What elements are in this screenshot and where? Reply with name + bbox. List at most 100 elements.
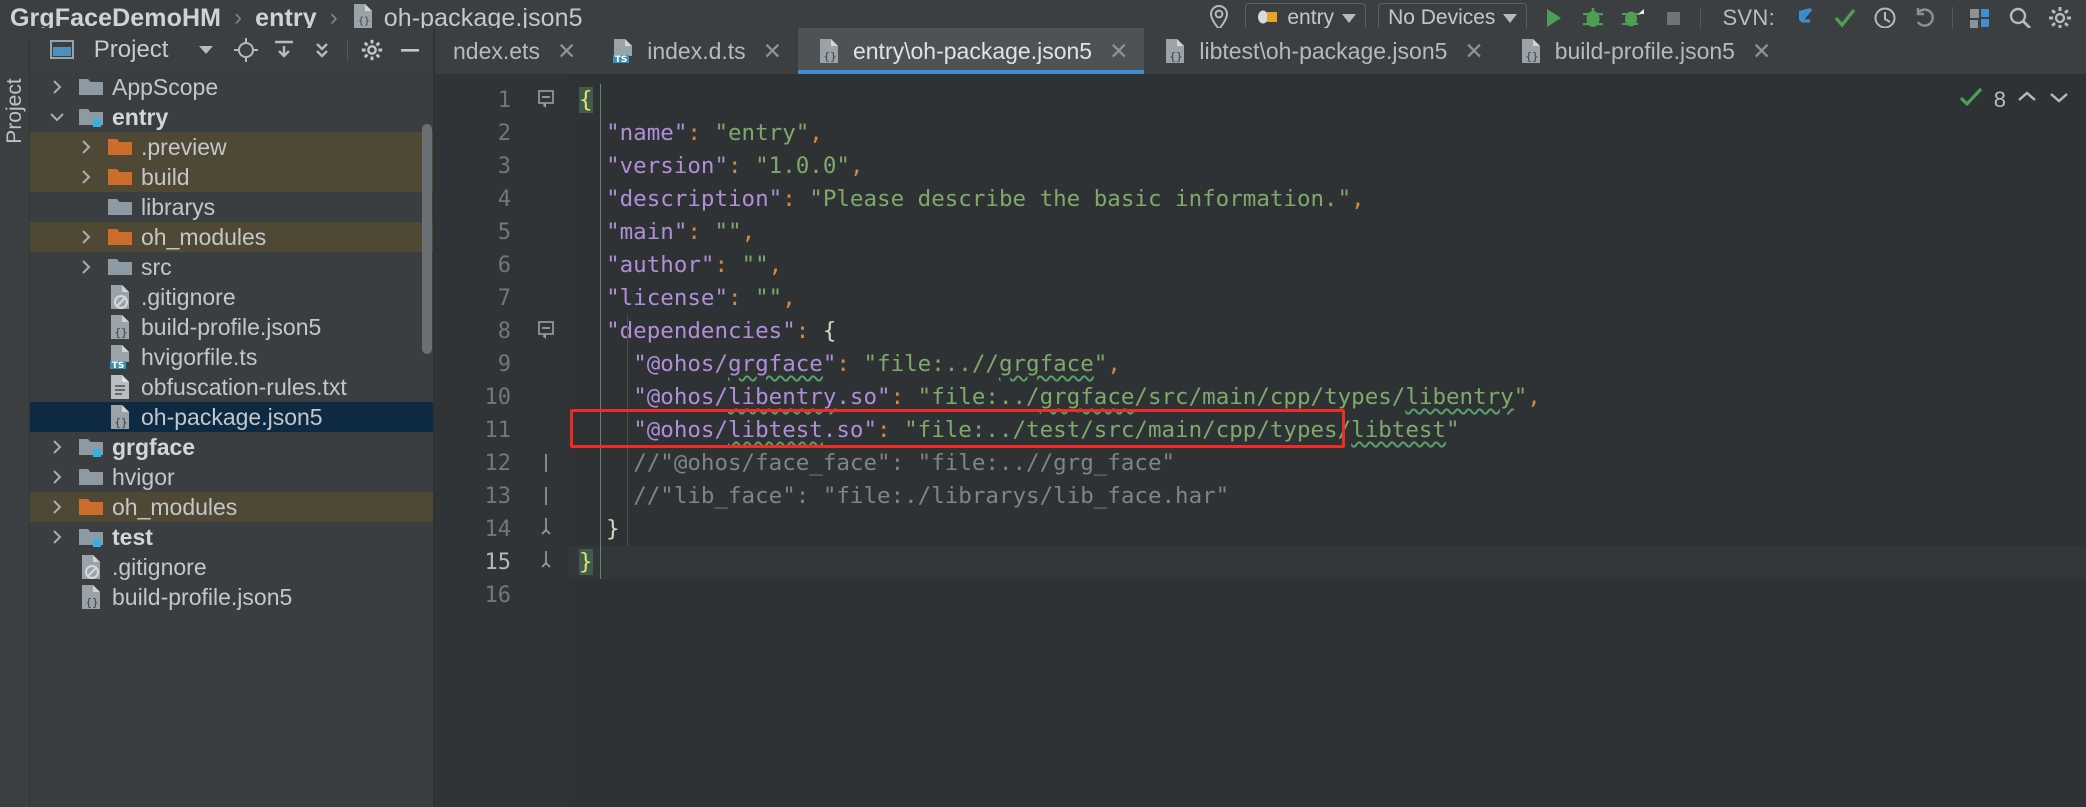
chevron-up-icon[interactable] [2016,86,2038,114]
chevron-down-icon[interactable] [46,106,68,128]
collapse-all-icon[interactable] [304,32,340,68]
tree-item-label: oh_modules [112,493,238,520]
chevron-right-icon[interactable] [75,136,97,158]
editor-tab-entry-oh-package-json5[interactable]: {} entry\oh-package.json5 ✕ [797,28,1145,74]
svg-text:{}: {} [114,416,127,429]
chevron-right-icon[interactable] [75,256,97,278]
json5-file-icon: {} [78,584,104,610]
close-icon[interactable]: ✕ [763,38,782,65]
project-tree[interactable]: AppScope entry .preview build librarys oh_mod… [30,72,434,807]
expand-all-icon[interactable] [266,32,302,68]
code-line-text: "name": "entry", [606,120,823,146]
code-editor[interactable]: 1 2 3 4 5 6 7 8 9 10 11 12 13 14 15 16 {"name": "entry"… [435,74,2086,807]
tree-item-grgface[interactable]: grgface [30,432,434,462]
folder-icon [78,464,104,490]
line-number: 15 [484,550,512,575]
inspection-widget[interactable]: 8 [1958,84,2070,116]
line-number: 9 [497,352,511,377]
tree-item-label: oh-package.json5 [141,403,323,430]
close-icon[interactable]: ✕ [1109,38,1128,65]
inspection-ok-icon [1958,84,1984,116]
code-line-text: "description": "Please describe the basi… [606,186,1365,212]
folder-icon [107,194,133,220]
tree-item-librarys[interactable]: librarys [30,192,434,222]
fold-marker-plus[interactable] [535,485,557,507]
excluded-folder-icon [78,494,104,520]
editor-tab-libtest-oh-package-json5[interactable]: {} libtest\oh-package.json5 ✕ [1144,28,1499,74]
chevron-down-icon [1503,13,1518,23]
indent-guide [600,84,602,579]
locate-file-icon[interactable] [228,32,264,68]
tree-item--gitignore[interactable]: .gitignore [30,552,434,582]
tree-item-label: hvigor [112,463,175,490]
code-line-text: { [579,87,593,113]
tree-item-label: .preview [141,133,227,160]
tree-item--preview[interactable]: .preview [30,132,434,162]
chevron-right-icon[interactable] [46,436,68,458]
inspection-count: 8 [1993,87,2006,112]
tree-item-oh-modules[interactable]: oh_modules [30,492,434,522]
tree-item-oh-modules[interactable]: oh_modules [30,222,434,252]
tree-item-oh-package-json5[interactable]: {} oh-package.json5 [30,402,434,432]
svg-text:{}: {} [1170,50,1183,63]
tree-item-src[interactable]: src [30,252,434,282]
editor-fold-gutter[interactable] [523,74,569,807]
svg-text:{}: {} [85,596,98,609]
tree-item-hvigor[interactable]: hvigor [30,462,434,492]
code-line-text: "version": "1.0.0", [606,153,864,179]
tree-item-label: oh_modules [141,223,267,250]
chevron-right-icon[interactable] [75,226,97,248]
tool-window-tab-project[interactable]: Project [0,56,30,166]
tree-item-build[interactable]: build [30,162,434,192]
json5-file-icon: {} [816,38,842,64]
gear-icon[interactable] [354,32,390,68]
editor-line-number-gutter: 1 2 3 4 5 6 7 8 9 10 11 12 13 14 15 16 [435,74,523,807]
chevron-right-icon[interactable] [46,496,68,518]
folder-icon [78,74,104,100]
tree-item-build-profile-json5[interactable]: {} build-profile.json5 [30,312,434,342]
chevron-right-icon[interactable] [75,166,97,188]
fold-marker-plus[interactable] [535,452,557,474]
chevron-down-icon[interactable] [188,32,224,68]
editor-tab-ndex-ets[interactable]: ndex.ets ✕ [435,28,592,74]
tree-item-label: build-profile.json5 [112,583,293,610]
chevron-right-icon[interactable] [46,526,68,548]
chevron-right-icon[interactable] [46,466,68,488]
toolbar-divider [1700,7,1702,29]
editor-code-area[interactable]: { "name": "entry", "version": "1.0.0", "des… [569,74,2086,807]
line-number: 12 [484,451,512,476]
code-line-text: "author": "", [606,252,783,278]
tree-item--gitignore[interactable]: .gitignore [30,282,434,312]
chevron-down-icon[interactable] [2048,86,2070,114]
close-icon[interactable]: ✕ [1464,38,1483,65]
code-line-text: //"lib_face": "file:./librarys/lib_face.… [633,483,1230,509]
editor-tab-bar: ndex.ets ✕ TS index.d.ts ✕ {} entry\oh-package… [435,28,2086,74]
project-view-icon [44,32,80,68]
close-icon[interactable]: ✕ [1752,38,1771,65]
editor-tab-label: index.d.ts [647,37,746,64]
module-folder-icon [78,434,104,460]
caret-line-highlight [569,546,2086,579]
tree-item-entry[interactable]: entry [30,102,434,132]
module-folder-icon [78,104,104,130]
project-tree-scrollbar[interactable] [422,124,432,354]
tree-item-obfuscation-rules-txt[interactable]: obfuscation-rules.txt [30,372,434,402]
line-number: 11 [484,418,512,443]
tree-item-build-profile-json5[interactable]: {} build-profile.json5 [30,582,434,612]
tree-item-hvigorfile-ts[interactable]: TS hvigorfile.ts [30,342,434,372]
chevron-down-icon [1342,13,1357,23]
fold-marker-end[interactable] [535,518,557,540]
fold-marker-end[interactable] [535,551,557,573]
chevron-right-icon[interactable] [46,76,68,98]
fold-marker-minus[interactable] [535,320,557,342]
fold-marker-minus[interactable] [535,89,557,111]
tree-item-test[interactable]: test [30,522,434,552]
editor-tab-index-d-ts[interactable]: TS index.d.ts ✕ [592,28,798,74]
editor-tab-build-profile-json5[interactable]: {} build-profile.json5 ✕ [1500,28,1788,74]
left-tool-strip: Project [0,36,30,807]
minimize-icon[interactable] [392,32,428,68]
close-icon[interactable]: ✕ [557,38,576,65]
json5-file-icon: {} [1518,38,1544,64]
tree-item-label: grgface [112,433,196,460]
tree-item-appscope[interactable]: AppScope [30,72,434,102]
